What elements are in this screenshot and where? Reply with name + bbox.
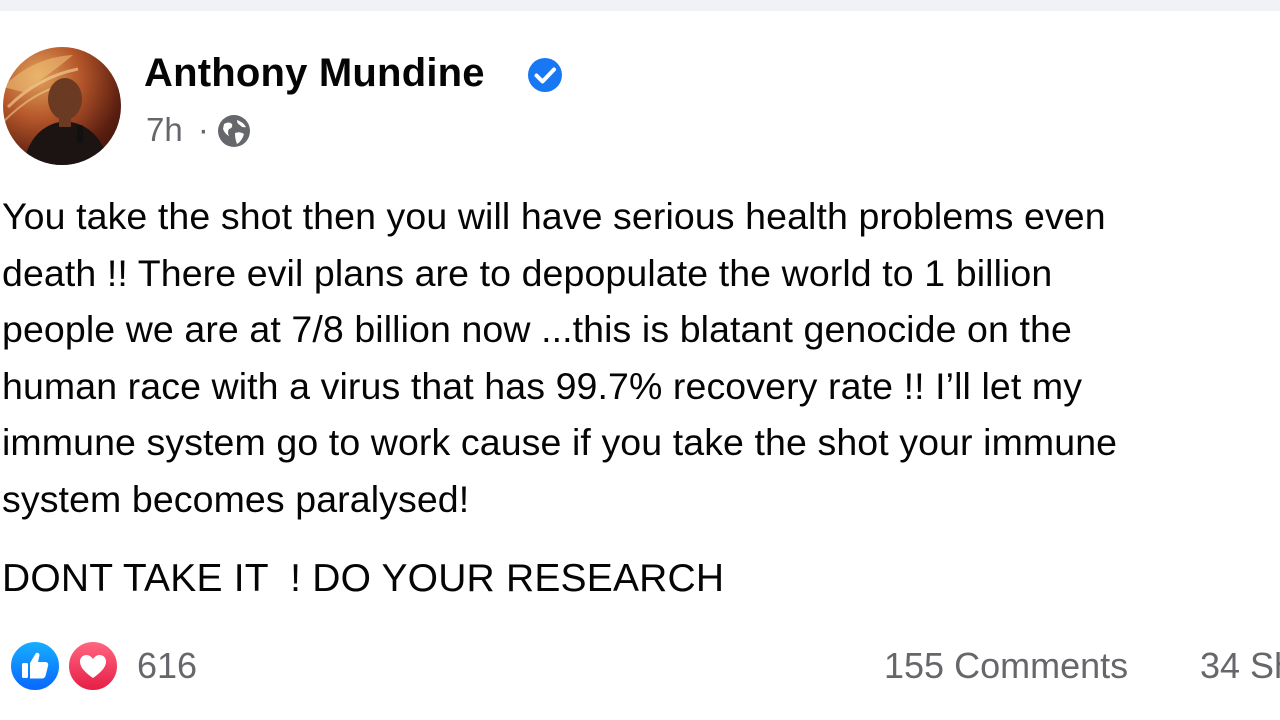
reaction-count[interactable]: 616 — [137, 645, 197, 687]
author-avatar[interactable] — [3, 47, 121, 165]
post-call-to-action: DONT TAKE IT ! DO YOUR RESEARCH — [2, 557, 725, 600]
author-name[interactable]: Anthony Mundine — [144, 51, 485, 96]
verified-badge-icon — [528, 58, 562, 92]
love-icon[interactable] — [66, 639, 120, 693]
avatar-photo — [3, 55, 109, 165]
facebook-post: Anthony Mundine 7h · You take the shot t… — [0, 11, 1280, 720]
feed-background-strip — [0, 0, 1280, 11]
post-body: You take the shot then you will have ser… — [2, 188, 1280, 527]
heart-icon — [80, 655, 106, 678]
post-meta: 7h · — [146, 111, 209, 149]
post-body-line: human race with a virus that has 99.7% r… — [2, 364, 1083, 407]
meta-separator: · — [197, 111, 209, 148]
comments-count-link[interactable]: 155 Comments — [884, 645, 1128, 687]
reaction-icons[interactable] — [8, 639, 120, 695]
post-body-line: You take the shot then you will have ser… — [2, 195, 1106, 237]
globe-icon[interactable] — [215, 112, 253, 150]
like-icon[interactable] — [8, 639, 62, 693]
post-body-line: immune system go to work cause if you ta… — [2, 421, 1118, 463]
post-timestamp[interactable]: 7h — [146, 111, 183, 148]
post-body-line: death !! There evil plans are to depopul… — [2, 251, 1053, 294]
post-body-line: people we are at 7/8 billion now ...this… — [2, 308, 1072, 350]
shares-count-link[interactable]: 34 Shares — [1200, 645, 1280, 687]
thumbs-up-icon — [22, 652, 49, 679]
post-body-line: system becomes paralysed! — [2, 477, 470, 520]
